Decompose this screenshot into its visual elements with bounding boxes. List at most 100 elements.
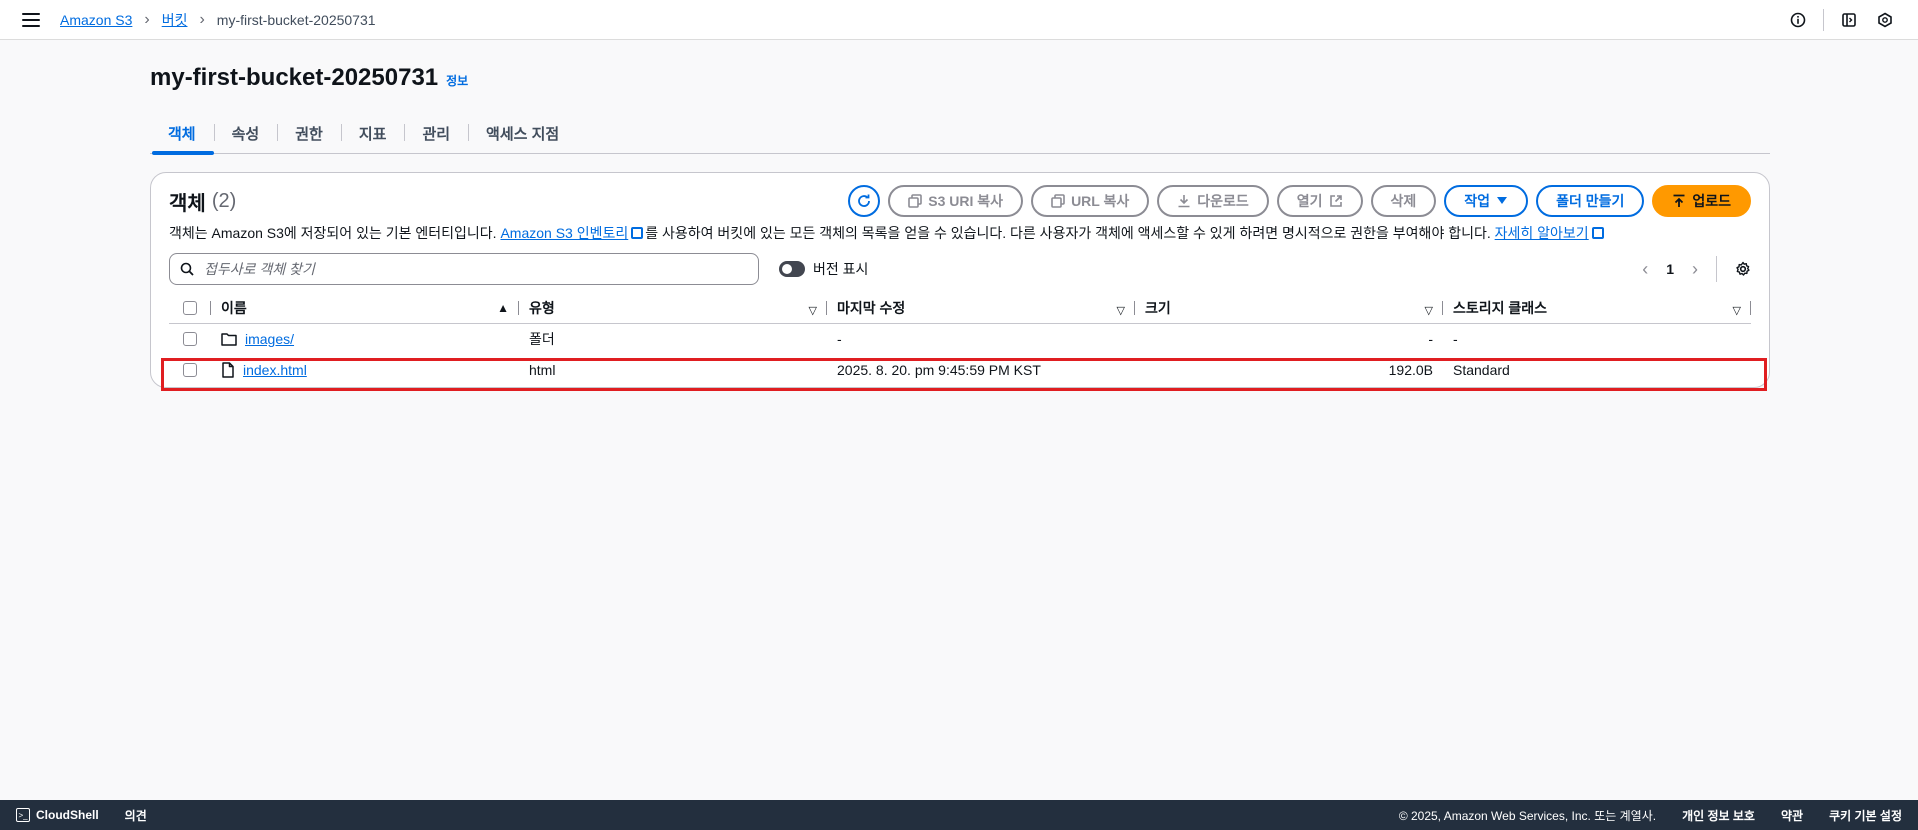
divider — [1716, 256, 1717, 282]
download-icon — [1178, 195, 1190, 208]
search-input[interactable]: 접두사로 객체 찾기 — [169, 253, 759, 285]
column-header-label: 크기 — [1145, 299, 1171, 316]
table-row: images/ 폴더 - - - — [169, 323, 1751, 354]
external-link-icon — [631, 227, 644, 239]
tab-access-points[interactable]: 액세스 지점 — [468, 114, 577, 153]
tab-objects[interactable]: 객체 — [150, 114, 214, 155]
object-size: 192.0B — [1388, 361, 1433, 378]
object-last-modified: 2025. 8. 20. pm 9:45:59 PM KST — [837, 361, 1041, 378]
tab-properties[interactable]: 속성 — [213, 114, 278, 153]
object-name-link[interactable]: index.html — [243, 362, 307, 378]
object-last-modified: - — [837, 330, 842, 347]
feedback-link[interactable]: 의견 — [125, 807, 147, 824]
copy-url-button[interactable]: URL 복사 — [1031, 185, 1150, 217]
search-placeholder: 접두사로 객체 찾기 — [204, 261, 315, 277]
file-icon — [222, 361, 234, 378]
privacy-link[interactable]: 개인 정보 보호 — [1682, 807, 1755, 824]
tab-bar: 객체 속성 권한 지표 관리 액세스 지점 — [150, 114, 1770, 155]
object-storage-class: Standard — [1453, 361, 1510, 378]
chevron-right-icon: › — [144, 10, 150, 28]
cookie-preferences-link[interactable]: 쿠키 기본 설정 — [1829, 807, 1902, 824]
object-type: 폴더 — [529, 330, 555, 347]
page-title: my-first-bucket-20250731 — [150, 64, 439, 91]
refresh-icon — [858, 194, 871, 207]
top-navigation: Amazon S3 › 버킷 › my-first-bucket-2025073… — [0, 0, 1918, 40]
description-text-2: 를 사용하여 버킷에 있는 모든 객체의 목록을 얻을 수 있습니다. 다른 사… — [645, 225, 1491, 241]
action-buttons: S3 URI 복사 URL 복사 다운로드 열기 삭제 작업 폴더 만들기 업로… — [848, 185, 1751, 217]
column-header-label: 스토리지 클래스 — [1453, 299, 1548, 316]
create-folder-button[interactable]: 폴더 만들기 — [1536, 185, 1645, 217]
search-icon — [180, 262, 194, 276]
folder-icon — [221, 333, 237, 346]
copyright: © 2025, Amazon Web Services, Inc. 또는 계열사… — [1398, 808, 1657, 823]
toggle-switch[interactable] — [779, 261, 805, 277]
main-content: my-first-bucket-20250731 정보 객체 속성 권한 지표 … — [150, 40, 1770, 391]
objects-panel: 객체 (2) S3 URI 복사 URL 복사 다운로드 열기 삭제 작업 폴더… — [150, 172, 1770, 391]
cloudshell-button[interactable]: >_ CloudShell — [16, 808, 99, 822]
create-folder-label: 폴더 만들기 — [1556, 193, 1625, 209]
show-versions-label: 버전 표시 — [813, 261, 869, 277]
column-type[interactable]: 유형 ▽ — [519, 293, 827, 324]
notes-panel-icon[interactable] — [1838, 9, 1860, 31]
download-button[interactable]: 다운로드 — [1157, 185, 1269, 217]
delete-button[interactable]: 삭제 — [1370, 185, 1437, 217]
external-link-icon — [1591, 227, 1604, 239]
row-checkbox[interactable] — [183, 362, 197, 377]
panel-title: 객체 — [169, 192, 206, 215]
column-header-label: 마지막 수정 — [837, 299, 906, 316]
tab-management[interactable]: 관리 — [404, 114, 468, 153]
column-last-modified[interactable]: 마지막 수정 ▽ — [827, 293, 1135, 324]
chevron-left-icon[interactable]: ‹ — [1642, 259, 1648, 280]
learn-more-link[interactable]: 자세히 알아보기 — [1495, 225, 1589, 241]
sort-ascending-icon: ▲ — [497, 300, 509, 315]
refresh-button[interactable] — [848, 185, 881, 217]
object-name-link[interactable]: images/ — [245, 331, 294, 347]
info-icon[interactable] — [1787, 9, 1809, 31]
object-size: - — [1428, 330, 1433, 347]
objects-table: 이름 ▲ 유형 ▽ 마지막 수정 ▽ 크기 ▽ 스토리지 클래스 ▽ images/ 폴더… — [169, 293, 1751, 385]
breadcrumb-buckets[interactable]: 버킷 — [162, 10, 188, 30]
select-all-checkbox[interactable] — [183, 300, 197, 315]
show-versions-toggle[interactable]: 버전 표시 — [779, 259, 868, 279]
menu-icon[interactable] — [22, 12, 40, 27]
copy-s3-uri-label: S3 URI 복사 — [928, 193, 1004, 209]
tab-permissions[interactable]: 권한 — [277, 114, 341, 153]
info-link[interactable]: 정보 — [446, 72, 468, 89]
column-name[interactable]: 이름 ▲ — [211, 293, 519, 324]
column-storage-class[interactable]: 스토리지 클래스 ▽ — [1443, 293, 1751, 324]
upload-button[interactable]: 업로드 — [1652, 185, 1751, 217]
external-link-icon — [1329, 195, 1342, 207]
row-checkbox[interactable] — [183, 331, 197, 346]
download-label: 다운로드 — [1197, 193, 1249, 209]
object-type: html — [529, 361, 556, 378]
upload-label: 업로드 — [1692, 193, 1731, 209]
breadcrumb-amazon-s3[interactable]: Amazon S3 — [60, 12, 132, 28]
sort-icon: ▽ — [808, 305, 817, 318]
tab-metrics[interactable]: 지표 — [340, 114, 405, 153]
terms-link[interactable]: 약관 — [1781, 807, 1803, 824]
open-button[interactable]: 열기 — [1276, 185, 1363, 217]
column-header-label: 이름 — [221, 299, 247, 316]
actions-dropdown-button[interactable]: 작업 — [1444, 185, 1529, 217]
table-header-row: 이름 ▲ 유형 ▽ 마지막 수정 ▽ 크기 ▽ 스토리지 클래스 ▽ — [169, 293, 1751, 324]
column-header-label: 유형 — [529, 299, 555, 316]
upload-icon — [1673, 194, 1685, 207]
q-assistant-icon[interactable] — [1874, 9, 1896, 31]
page-number[interactable]: 1 — [1666, 261, 1674, 277]
table-row: index.html html 2025. 8. 20. pm 9:45:59 … — [169, 354, 1751, 385]
column-size[interactable]: 크기 ▽ — [1135, 293, 1443, 324]
inventory-link[interactable]: Amazon S3 인벤토리 — [500, 225, 628, 241]
copy-url-label: URL 복사 — [1071, 193, 1130, 209]
caret-down-icon — [1497, 197, 1508, 204]
copy-s3-uri-button[interactable]: S3 URI 복사 — [888, 185, 1024, 217]
chevron-right-icon[interactable]: › — [1692, 259, 1698, 280]
divider — [1823, 8, 1824, 31]
open-label: 열기 — [1296, 193, 1323, 209]
cloudshell-label: CloudShell — [36, 808, 99, 822]
gear-icon[interactable] — [1735, 261, 1751, 277]
delete-label: 삭제 — [1390, 193, 1417, 209]
chevron-right-icon: › — [199, 10, 205, 28]
sort-icon: ▽ — [1732, 305, 1741, 318]
terminal-icon: >_ — [16, 808, 30, 822]
description-text-1: 객체는 Amazon S3에 저장되어 있는 기본 엔터티입니다. — [169, 225, 497, 241]
